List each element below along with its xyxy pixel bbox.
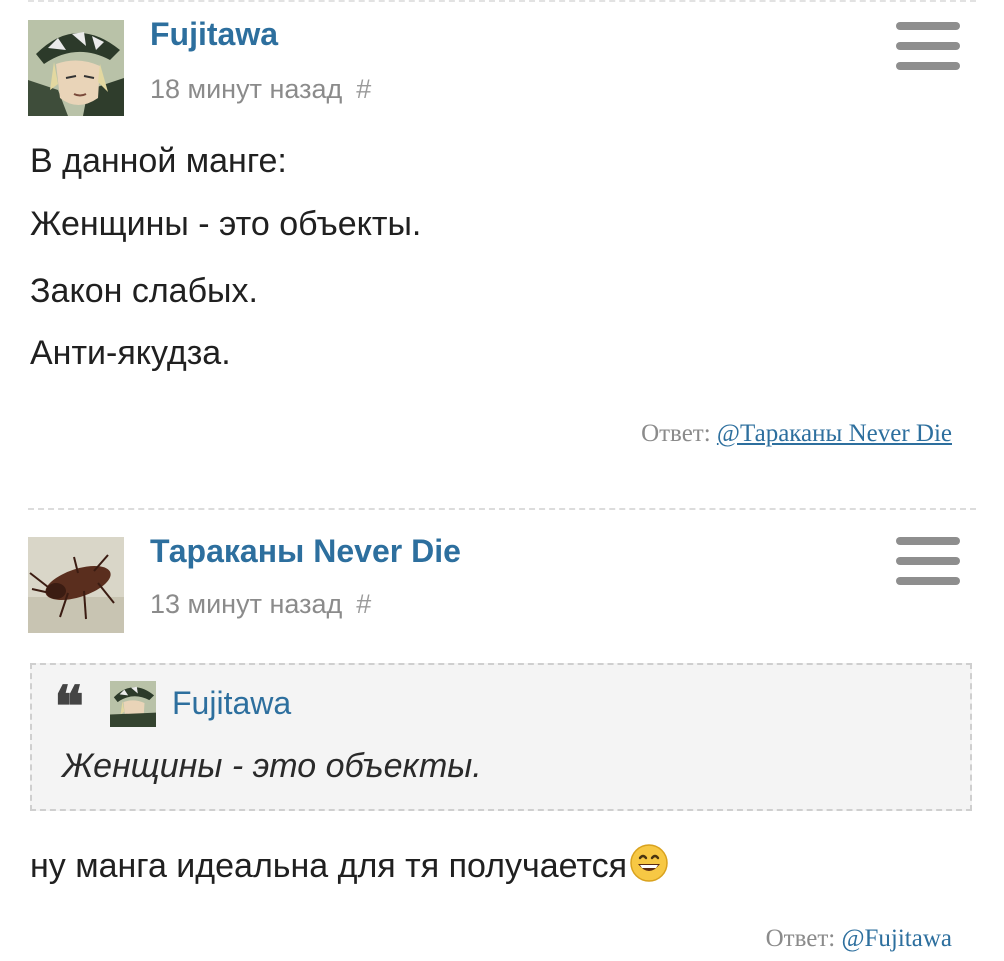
time-text: 13 минут назад (150, 589, 343, 619)
quote-block: ❝ Fujitawa Женщины - это объекты. (30, 663, 972, 811)
hamburger-icon[interactable] (896, 537, 960, 587)
comment: Fujitawa 18 минут назад # В данной манге:… (0, 0, 1004, 480)
quote-author[interactable]: Fujitawa (172, 685, 291, 722)
timestamp: 18 минут назад # (150, 74, 371, 105)
comment-text: ну манга идеальна для тя получается (30, 843, 669, 886)
reply-info: Ответ: @Тараканы Never Die (641, 420, 952, 448)
author-name[interactable]: Тараканы Never Die (150, 533, 461, 570)
comment-text-line: Женщины - это объекты. (30, 205, 422, 243)
reply-to-link[interactable]: @Тараканы Never Die (717, 420, 952, 447)
comment-text-content: ну манга идеальна для тя получается (30, 847, 628, 885)
author-name[interactable]: Fujitawa (150, 16, 278, 53)
grinning-face-emoji (630, 844, 668, 882)
comment-text-line: Анти-якудза. (30, 334, 231, 372)
timestamp: 13 минут назад # (150, 589, 371, 620)
permalink-hash[interactable]: # (356, 74, 371, 104)
permalink-hash[interactable]: # (356, 589, 371, 619)
quote-text: Женщины - это объекты. (62, 747, 482, 785)
reply-label: Ответ: (641, 420, 711, 447)
comment-text-line: Закон слабых. (30, 272, 258, 310)
avatar[interactable] (28, 20, 124, 116)
reply-label: Ответ: (765, 925, 836, 952)
comment: Тараканы Never Die 13 минут назад # ❝ Fuj… (0, 515, 1004, 961)
hamburger-icon[interactable] (896, 22, 960, 72)
comment-text-line: В данной манге: (30, 142, 287, 180)
comment-divider (28, 508, 976, 510)
avatar[interactable] (28, 537, 124, 633)
reply-to-link[interactable]: @Fujitawa (841, 925, 952, 952)
quote-avatar[interactable] (110, 681, 156, 727)
time-text: 18 минут назад (150, 74, 343, 104)
quote-mark-icon: ❝ (54, 674, 85, 740)
reply-info: Ответ: @Fujitawa (766, 925, 952, 953)
